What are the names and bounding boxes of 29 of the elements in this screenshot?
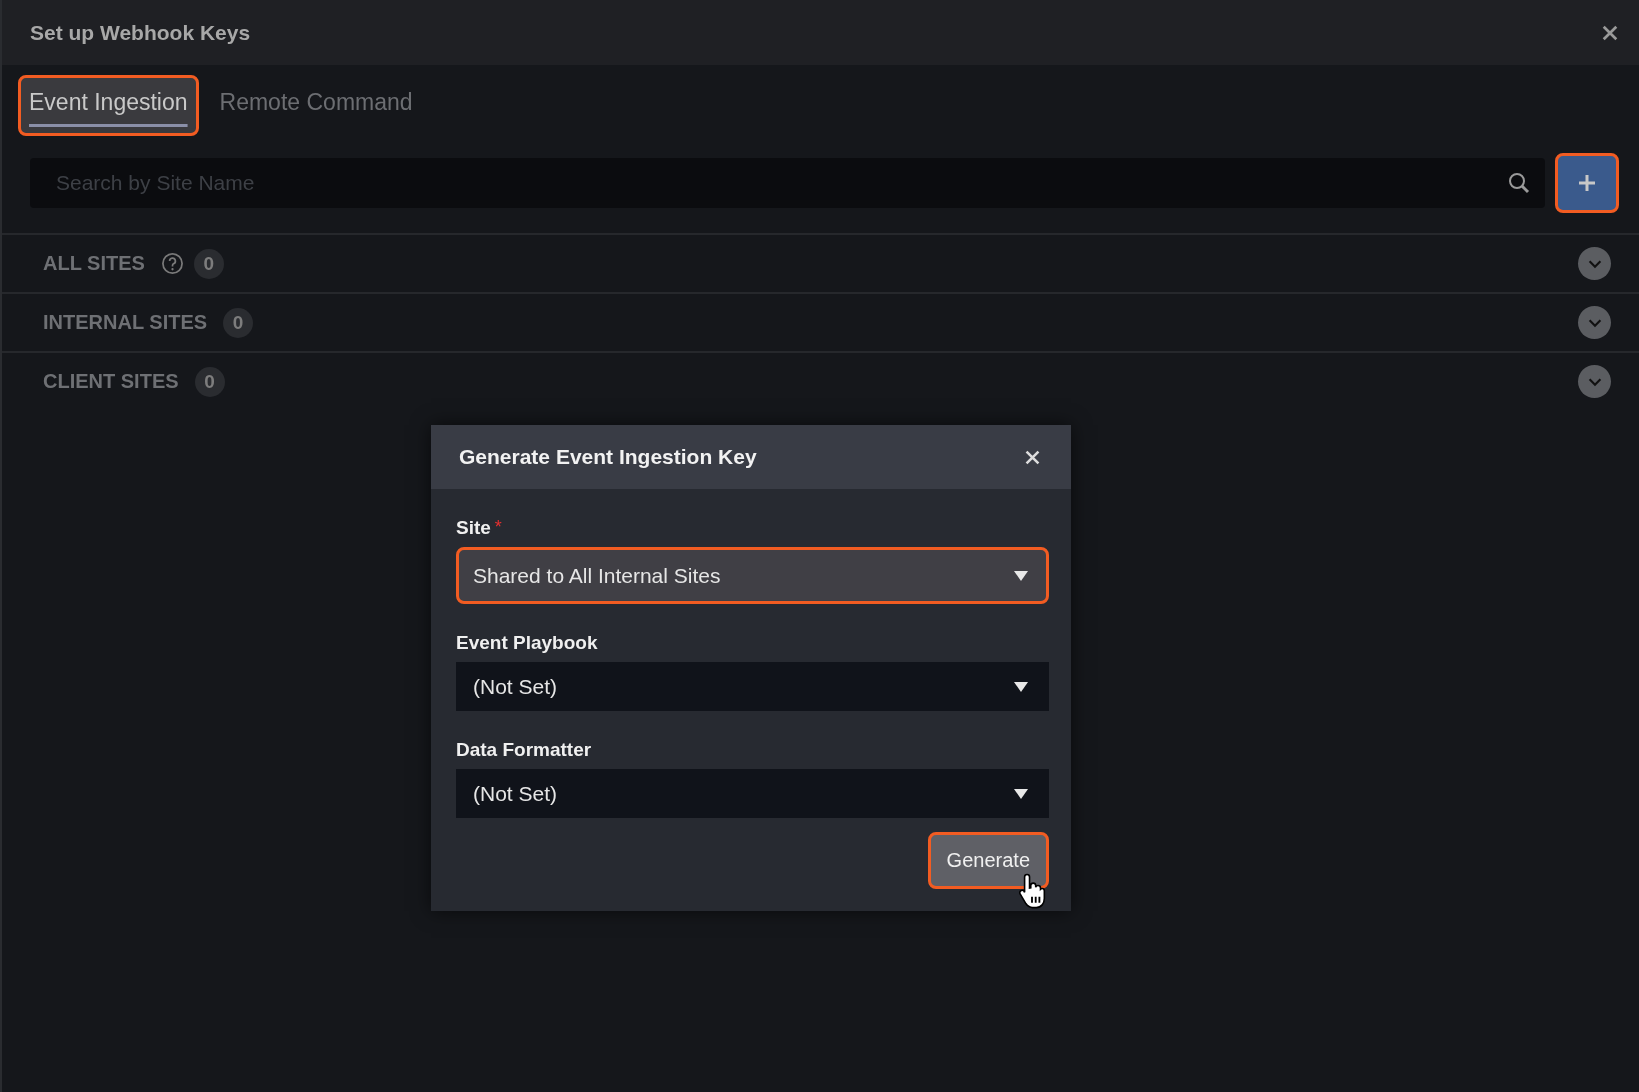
count-badge: 0	[223, 307, 254, 338]
hand-cursor-icon	[1017, 872, 1047, 909]
tab[interactable]: Event Ingestion	[18, 75, 199, 136]
count-badge: 0	[193, 248, 224, 279]
section-title: CLIENT SITES	[43, 370, 179, 393]
field-label: Data Formatter	[456, 739, 592, 761]
search-icon[interactable]	[1507, 171, 1531, 195]
dialog-title: Generate Event Ingestion Key	[459, 445, 757, 469]
window-title: Set up Webhook Keys	[30, 20, 251, 45]
caret-icon	[1014, 570, 1028, 581]
generate-button[interactable]: Generate	[927, 832, 1049, 889]
help-icon[interactable]	[160, 252, 184, 275]
close-icon[interactable]	[1601, 23, 1619, 42]
tab[interactable]: Remote Command	[208, 75, 424, 136]
count-badge: 0	[194, 366, 225, 397]
expand-button[interactable]	[1578, 306, 1611, 339]
expand-button[interactable]	[1578, 365, 1611, 398]
dropdown[interactable]: Shared to All Internal Sites	[456, 547, 1049, 604]
expand-button[interactable]	[1578, 247, 1611, 280]
caret-icon	[1014, 681, 1028, 692]
caret-icon	[1014, 788, 1028, 799]
section-title: INTERNAL SITES	[43, 311, 208, 334]
section-title: ALL SITES	[43, 252, 145, 275]
dropdown[interactable]: (Not Set)	[456, 662, 1049, 711]
field-label: Site	[456, 517, 491, 539]
plus-icon	[1577, 173, 1597, 193]
field-label: Event Playbook	[456, 632, 598, 654]
required-mark: *	[494, 517, 502, 539]
dropdown[interactable]: (Not Set)	[456, 769, 1049, 818]
